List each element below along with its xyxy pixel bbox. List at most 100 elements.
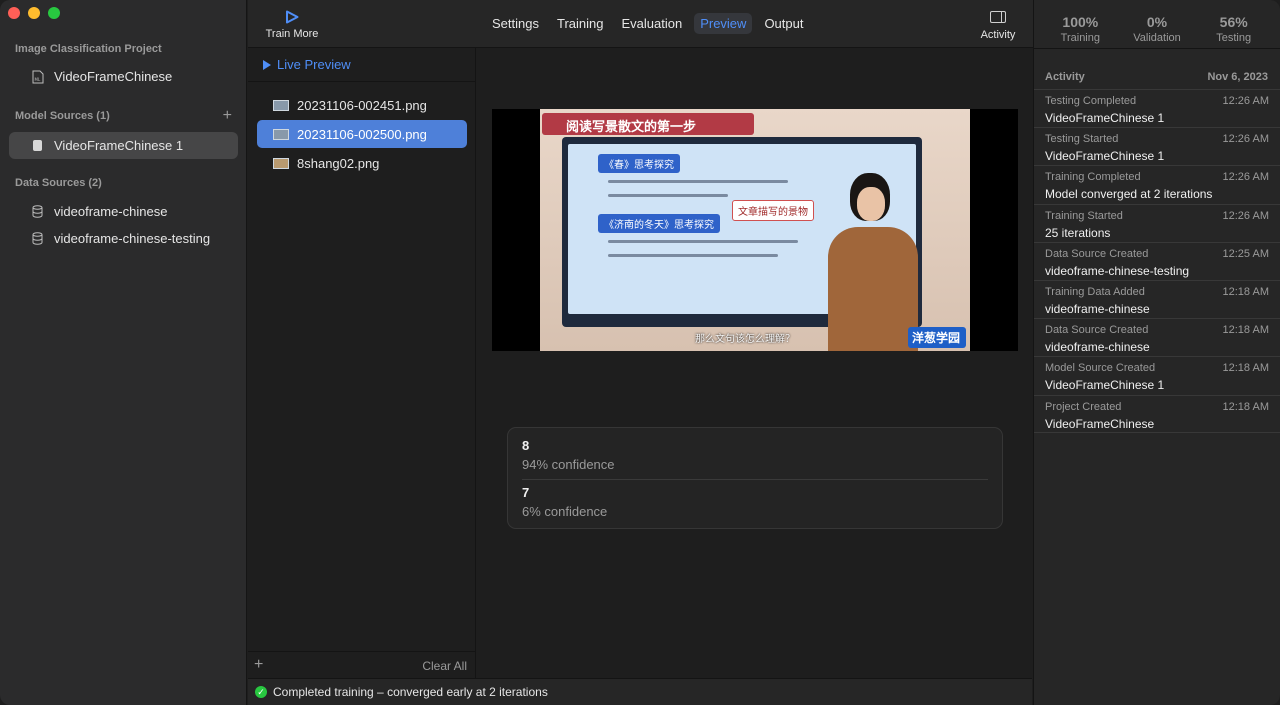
add-model-source-button[interactable]: + [223,108,232,124]
file-name: 20231106-002451.png [297,97,427,113]
activity-panel: 100% Training 0% Validation 56% Testing … [1033,0,1280,705]
metric-testing: 56% Testing [1195,14,1272,47]
file-name: 20231106-002500.png [297,126,427,142]
live-preview-button[interactable]: Live Preview [263,57,351,72]
image-thumbnail-icon [273,99,289,111]
frame-text-chip: 《春》思考探究 [598,154,680,173]
activity-value: VideoFrameChinese 1 [1045,378,1165,393]
activity-time: 12:26 AM [1222,209,1269,222]
sidebar-item-project[interactable]: ML VideoFrameChinese [9,63,238,90]
tab-settings[interactable]: Settings [486,13,545,34]
status-message: Completed training – converged early at … [273,685,548,699]
database-icon [31,205,44,219]
activity-time: 12:18 AM [1222,400,1269,413]
activity-toggle-button[interactable]: Activity [976,11,1020,41]
model-source-name: VideoFrameChinese 1 [54,138,184,153]
app-window: Image Classification Project ML VideoFra… [0,0,1280,705]
preview-file-list: Live Preview 20231106-002451.png 2023110… [248,48,476,678]
classification-results: 8 94% confidence 7 6% confidence [507,427,1003,529]
sidebar-item-model-source[interactable]: VideoFrameChinese 1 [9,132,238,159]
activity-value: Model converged at 2 iterations [1045,187,1213,202]
minimize-window-button[interactable] [28,7,40,19]
sidebar-item-data-source[interactable]: videoframe-chinese-testing [9,225,238,252]
activity-value: videoframe-chinese-testing [1045,263,1190,278]
presenter-figure [812,173,930,351]
data-source-name: videoframe-chinese-testing [54,231,211,246]
activity-value: videoframe-chinese [1045,340,1150,355]
train-more-button[interactable]: Train More [262,10,322,40]
database-icon [31,232,44,246]
activity-event: Testing Started [1045,133,1119,146]
data-source-name: videoframe-chinese [54,204,168,219]
result-row: 7 6% confidence [522,485,607,519]
file-list-footer: + Clear All [248,651,475,678]
status-bar: ✓ Completed training – converged early a… [248,678,1032,705]
text-line [608,180,788,183]
result-label: 8 [522,438,530,453]
presenter-body [828,227,918,351]
video-frame: 《春》思考探究 文章描写的景物 《济南的冬天》思考探究 阅读写景散文的第一步 那… [540,109,970,351]
project-section-label: Image Classification Project [15,43,162,55]
file-item[interactable]: 20231106-002451.png [257,91,467,119]
activity-time: 12:18 AM [1222,324,1269,337]
frame-note: 文章描写的景物 [732,200,814,221]
activity-event: Project Created [1045,400,1122,413]
image-thumbnail-icon [273,128,289,140]
checkmark-icon: ✓ [255,686,267,698]
clear-all-button[interactable]: Clear All [422,659,467,673]
activity-event: Testing Completed [1045,95,1137,107]
add-file-button[interactable]: + [254,656,263,674]
data-sources-label: Data Sources (2) [15,177,102,189]
presenter-face [857,187,885,221]
live-preview-label: Live Preview [277,57,351,72]
activity-title: Activity [1045,71,1085,83]
file-name: 8shang02.png [297,155,380,171]
zoom-window-button[interactable] [48,7,60,19]
text-line [608,240,798,243]
window-controls [8,7,60,19]
model-sources-label: Model Sources (1) [15,110,110,122]
tab-training[interactable]: Training [551,13,609,34]
preview-image: 《春》思考探究 文章描写的景物 《济南的冬天》思考探究 阅读写景散文的第一步 那… [492,109,1018,351]
activity-event: Data Source Created [1045,247,1149,260]
activity-event: Training Data Added [1045,285,1145,298]
activity-entry: Data Source Created 12:18 AM videoframe-c… [1034,318,1280,356]
tab-preview[interactable]: Preview [694,13,753,34]
activity-value: VideoFrameChinese 1 [1045,149,1165,164]
project-name: VideoFrameChinese [54,69,173,84]
activity-time: 12:26 AM [1222,95,1269,107]
activity-value: videoframe-chinese [1045,301,1150,316]
text-line [608,194,728,197]
divider [522,479,988,480]
svg-text:ML: ML [34,77,40,82]
divider [248,81,475,82]
activity-date: Nov 6, 2023 [1207,71,1268,83]
activity-time: 12:18 AM [1222,285,1269,298]
metric-label: Testing [1216,32,1252,44]
tab-evaluation[interactable]: Evaluation [615,13,688,34]
activity-time: 12:26 AM [1222,133,1269,146]
activity-entry: Training Data Added 12:18 AM videoframe-c… [1034,279,1280,318]
activity-entry: Training Completed 12:26 AM Model converg… [1034,165,1280,203]
file-item[interactable]: 8shang02.png [257,149,467,177]
activity-entry: Training Started 12:26 AM 25 iterations [1034,203,1280,242]
result-confidence: 6% confidence [522,504,608,519]
metric-label: Training [1060,32,1100,44]
tab-output[interactable]: Output [758,13,809,34]
sidebar-item-data-source[interactable]: videoframe-chinese [9,198,238,225]
activity-entry: Data Source Created 12:25 AM videoframe-c… [1034,241,1280,280]
document-icon: ML [31,70,44,84]
metric-value: 0% [1146,14,1168,30]
result-confidence: 94% confidence [522,457,615,472]
activity-event: Data Source Created [1045,324,1149,337]
metric-training: 100% Training [1042,14,1119,47]
play-icon [286,10,299,24]
file-item[interactable]: 20231106-002500.png [257,120,467,148]
image-thumbnail-icon [273,157,289,169]
close-window-button[interactable] [8,7,20,19]
metrics-summary: 100% Training 0% Validation 56% Testing [1042,14,1272,47]
metric-validation: 0% Validation [1119,14,1196,47]
play-icon [263,59,271,70]
activity-value: 25 iterations [1045,225,1111,240]
activity-label: Activity [980,29,1016,41]
